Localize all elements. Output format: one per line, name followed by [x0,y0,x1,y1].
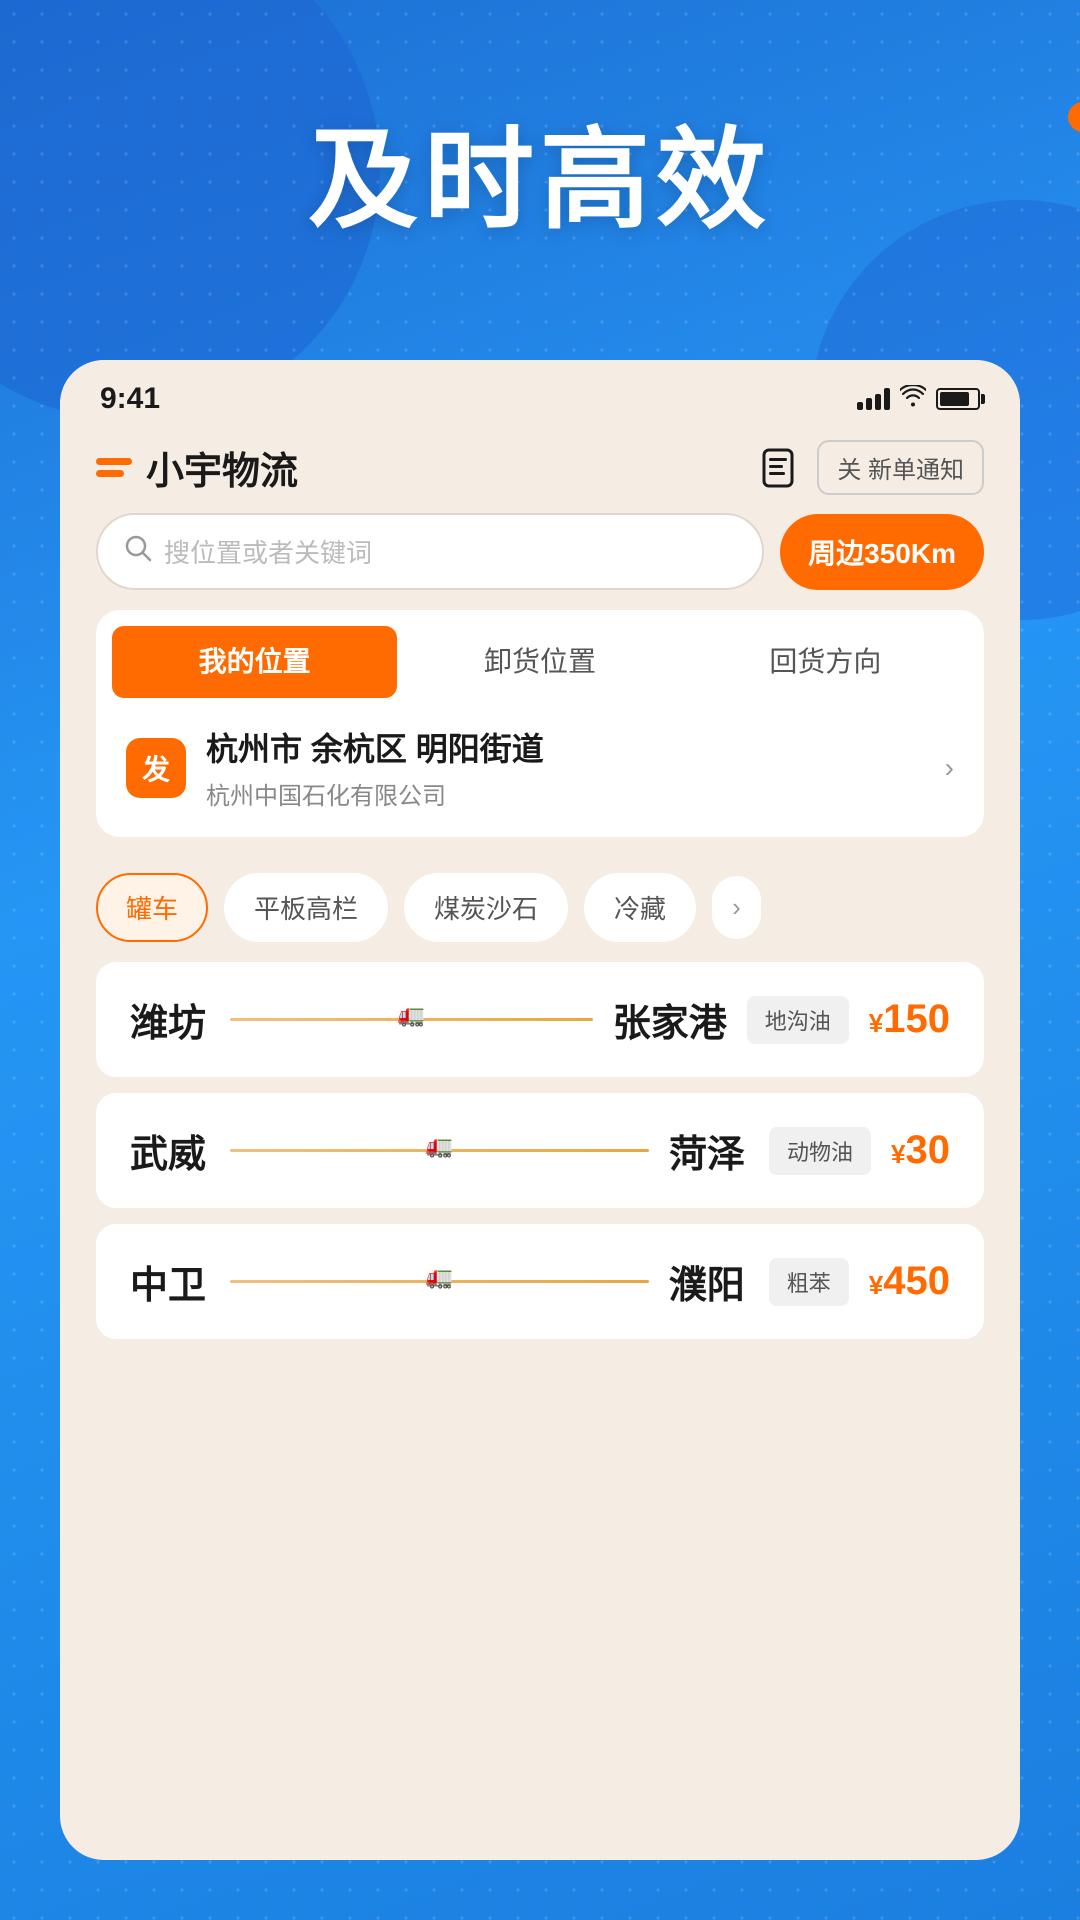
status-icons [857,385,980,413]
search-placeholder-text: 搜位置或者关键词 [164,533,372,570]
wifi-icon [900,385,926,413]
route-from-2: 武威 [130,1123,210,1178]
route-arrow-1: 🚛 [230,1018,593,1021]
battery-icon [936,388,980,410]
tab-unload-location[interactable]: 卸货位置 [397,626,682,698]
location-sub-text: 杭州中国石化有限公司 [206,776,925,811]
location-info: 杭州市 余杭区 明阳街道 杭州中国石化有限公司 [206,724,925,811]
tabs: 我的位置 卸货位置 回货方向 [96,610,984,698]
location-main-text: 杭州市 余杭区 明阳街道 [206,724,925,770]
location-badge: 发 [126,738,186,798]
logo-icon [96,458,132,477]
route-card-1[interactable]: 潍坊 🚛 张家港 地沟油 ¥150 [96,962,984,1077]
route-arrow-2: 🚛 [230,1149,649,1152]
chevron-right-icon: › [945,752,954,784]
tab-my-location[interactable]: 我的位置 [112,626,397,698]
chip-more[interactable]: › [712,876,761,939]
route-card-2[interactable]: 武威 🚛 菏泽 动物油 ¥30 [96,1093,984,1208]
chip-tank-car[interactable]: 罐车 [96,873,208,942]
route-arrow-3: 🚛 [230,1280,649,1283]
route-to-3: 濮阳 [669,1254,749,1309]
status-bar: 9:41 [60,360,1020,426]
hero-title-text: 及时高效 [308,90,772,250]
status-time: 9:41 [100,382,160,416]
location-card[interactable]: 发 杭州市 余杭区 明阳街道 杭州中国石化有限公司 › [96,698,984,837]
document-icon[interactable] [759,447,801,489]
route-from-1: 潍坊 [130,992,210,1047]
chip-coal[interactable]: 煤炭沙石 [404,873,568,942]
route-tag-2: 动物油 [769,1127,871,1175]
logo-text: 小宇物流 [146,440,298,495]
route-card-3[interactable]: 中卫 🚛 濮阳 粗苯 ¥450 [96,1224,984,1339]
notification-button[interactable]: 关 新单通知 [817,440,984,495]
signal-bars-icon [857,388,890,410]
route-to-1: 张家港 [613,992,727,1047]
route-to-2: 菏泽 [669,1123,749,1178]
tab-return-direction[interactable]: 回货方向 [683,626,968,698]
chip-cold-storage[interactable]: 冷藏 [584,873,696,942]
chip-flatbed[interactable]: 平板高栏 [224,873,388,942]
nearby-button[interactable]: 周边350Km [780,514,984,590]
route-cards: 潍坊 🚛 张家港 地沟油 ¥150 武威 🚛 菏泽 动物油 ¥30 [60,962,1020,1339]
hero-orange-dot [1068,102,1080,132]
route-price-3: ¥450 [869,1259,950,1304]
logo-area: 小宇物流 [96,440,298,495]
tab-location-container: 我的位置 卸货位置 回货方向 发 杭州市 余杭区 明阳街道 杭州中国石化有限公司… [96,610,984,837]
route-from-3: 中卫 [130,1254,210,1309]
route-price-1: ¥150 [869,997,950,1042]
app-header: 小宇物流 关 新单通知 [60,426,1020,509]
route-tag-3: 粗苯 [769,1258,849,1306]
header-right: 关 新单通知 [759,440,984,495]
search-bar[interactable]: 搜位置或者关键词 [96,513,764,590]
route-price-2: ¥30 [891,1128,950,1173]
category-chips: 罐车 平板高栏 煤炭沙石 冷藏 › [60,857,1020,962]
search-icon [124,534,152,569]
route-tag-1: 地沟油 [747,996,849,1044]
search-area: 搜位置或者关键词 周边350Km [60,509,1020,610]
hero-title-area: 及时高效 [0,90,1080,250]
app-card: 9:41 [60,360,1020,1860]
